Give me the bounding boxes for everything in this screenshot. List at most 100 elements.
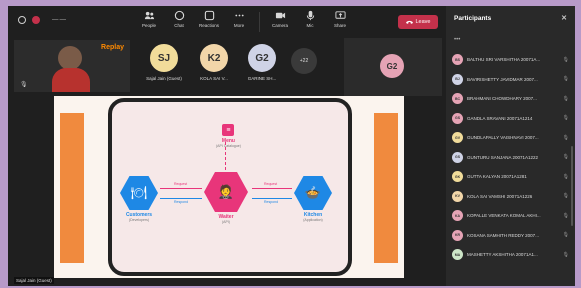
list-item[interactable]: BS BALTHU SRI VARSHITHA 20071A... 🎙: [446, 50, 575, 70]
share-icon: [334, 11, 346, 19]
more-button[interactable]: More: [229, 10, 249, 32]
participant-name: BAVIRISHETTY JAVIDMAR 2007...: [467, 76, 538, 82]
presenter-video: [58, 46, 82, 70]
list-item[interactable]: GS GANDLA SRAVANI 20071A1214 🎙: [446, 109, 575, 129]
chat-button[interactable]: Chat: [169, 10, 189, 32]
participant-tile[interactable]: G2 GARINE SH...: [240, 44, 284, 81]
participant-name: KOLA SAI VAMSHI 20071A1226: [467, 193, 533, 199]
status-icon: [18, 16, 26, 24]
list-item[interactable]: BJ BAVIRISHETTY JAVIDMAR 2007... 🎙: [446, 70, 575, 90]
camera-button[interactable]: Camera: [270, 10, 290, 32]
participant-name: KOPALLE VENKATA KOMAL AKHI...: [467, 213, 541, 219]
list-item[interactable]: GS GUNTURU SANJANA 20071A1222 🎙: [446, 148, 575, 168]
avatar: GV: [452, 132, 463, 144]
more-options-icon[interactable]: •••: [454, 37, 460, 43]
presentation-slide: ≡ Menu (API Catalogue) 🍽 Customers (Deve…: [54, 96, 404, 278]
more-participants-button[interactable]: +22: [291, 48, 317, 74]
request-arrow: [252, 188, 292, 189]
menu-subtitle: (API Catalogue): [216, 144, 241, 148]
list-item[interactable]: MA MASHETTY AKSHITHA 20071A1... 🎙: [446, 245, 575, 265]
mic-off-icon: 🎙: [562, 76, 569, 83]
phone-icon: [405, 20, 413, 24]
replay-logo: Replay: [101, 44, 124, 51]
mic-off-icon: 🎙: [562, 173, 569, 180]
reactions-button[interactable]: Reactions: [199, 10, 219, 32]
people-label: People: [141, 23, 156, 28]
close-icon[interactable]: ✕: [561, 14, 567, 22]
list-item[interactable]: KV KOLA SAI VAMSHI 20071A1226 🎙: [446, 187, 575, 207]
share-label: Share: [333, 23, 346, 28]
list-item[interactable]: GK GUTTA KALYAN 20071A1281 🎙: [446, 167, 575, 187]
mic-off-icon: 🎙: [562, 154, 569, 161]
leave-button[interactable]: Leave: [398, 15, 438, 29]
pinned-tile[interactable]: G2: [344, 38, 442, 96]
request-arrow: [160, 188, 202, 189]
avatar: GK: [452, 171, 463, 183]
camera-tile[interactable]: Replay 🎙: [14, 40, 130, 92]
video-strip: Replay 🎙 SJ Sajal Jain (Guest) K2 KOLA S…: [8, 38, 446, 96]
respond-arrow: [252, 198, 292, 199]
participant-tile[interactable]: SJ Sajal Jain (Guest): [142, 44, 186, 81]
share-button[interactable]: Share: [330, 10, 350, 32]
list-item[interactable]: KA KOPALLE VENKATA KOMAL AKHI... 🎙: [446, 206, 575, 226]
avatar-initials: SJ: [157, 52, 171, 64]
panel-header: Participants ✕: [446, 6, 575, 30]
mic-status-icon: 🎙: [20, 82, 28, 88]
list-item[interactable]: KR KOSANA SAMHITH REDDY 2007... 🎙: [446, 226, 575, 246]
avatar: G2: [380, 54, 404, 78]
menu-node: ≡ Menu (API Catalogue): [216, 124, 241, 148]
record-icon: [32, 16, 40, 24]
participant-name: GUNTURU SANJANA 20071A1222: [467, 154, 539, 160]
slide-decoration: [60, 113, 84, 263]
chat-icon: [174, 10, 184, 21]
panel-title: Participants: [454, 14, 492, 22]
people-button[interactable]: People: [139, 10, 159, 32]
avatar: K2: [200, 44, 228, 72]
participant-name: BRAHMANI CHOWDHARY 2007...: [467, 96, 537, 102]
scrollbar[interactable]: [571, 146, 573, 226]
participant-name: MASHETTY AKSHITHA 20071A1...: [467, 252, 538, 258]
window-controls: [18, 16, 40, 24]
mic-off-icon: 🎙: [562, 56, 569, 63]
waiter-subtitle: (API): [222, 220, 230, 224]
more-icon: [234, 14, 244, 17]
respond-label: Respond: [264, 200, 279, 204]
avatar-initials: G2: [255, 52, 269, 64]
leave-label: Leave: [415, 19, 431, 25]
request-label: Request: [264, 182, 278, 186]
list-item[interactable]: BC BRAHMANI CHOWDHARY 2007... 🎙: [446, 89, 575, 109]
divider: [259, 12, 260, 32]
customers-node: 🍽 Customers (Developers): [120, 176, 158, 222]
avatar: BS: [452, 54, 463, 66]
mic-off-icon: 🎙: [562, 134, 569, 141]
kitchen-node: 🍲 Kitchen (Application): [294, 176, 332, 222]
respond-arrow: [160, 198, 202, 199]
participants-panel: Participants ✕ ••• BS BALTHU SRI VARSHITH…: [446, 6, 575, 286]
timer-icon: —·—: [52, 17, 66, 23]
tablet-frame: ≡ Menu (API Catalogue) 🍽 Customers (Deve…: [108, 98, 352, 276]
mic-button[interactable]: Mic: [300, 10, 320, 32]
participant-name: GUTTA KALYAN 20071A1281: [467, 174, 527, 180]
mic-off-icon: 🎙: [562, 95, 569, 102]
request-label: Request: [174, 182, 188, 186]
avatar: KA: [452, 210, 463, 222]
respond-label: Respond: [174, 200, 189, 204]
mic-off-icon: 🎙: [562, 232, 569, 239]
meeting-window: —·— People Chat Reactions More Camera Mi…: [8, 6, 575, 286]
waiter-icon: 🤵: [204, 172, 248, 212]
more-label: More: [233, 23, 245, 28]
list-item[interactable]: GV GUNDLAPALLY VAISHNAVI 2007... 🎙: [446, 128, 575, 148]
avatar: BC: [452, 93, 463, 105]
shared-screen: ≡ Menu (API Catalogue) 🍽 Customers (Deve…: [8, 96, 446, 286]
participant-name: Sajal Jain (Guest): [146, 76, 182, 81]
participant-name: GARINE SH...: [247, 76, 277, 81]
people-icon: [144, 11, 154, 20]
reactions-label: Reactions: [199, 23, 220, 28]
participant-name: GUNDLAPALLY VAISHNAVI 2007...: [467, 135, 539, 141]
waiter-node: 🤵 Waiter (API): [204, 172, 248, 224]
presenter-body: [52, 68, 90, 92]
mic-icon: [306, 10, 314, 21]
customers-icon: 🍽: [120, 176, 158, 210]
participant-tile[interactable]: K2 KOLA SAI V...: [192, 44, 236, 81]
customers-subtitle: (Developers): [128, 218, 150, 222]
